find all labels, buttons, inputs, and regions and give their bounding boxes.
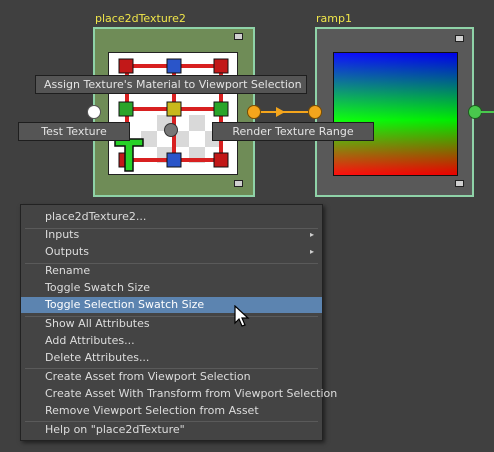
node-resize-icon[interactable]: [234, 180, 243, 187]
node-editor-canvas[interactable]: place2dTexture2 ramp1 Assign Texture's M…: [0, 0, 494, 452]
menu-item-add-attributes[interactable]: Add Attributes...: [21, 333, 322, 349]
ramp-swatch: [333, 52, 458, 176]
node-resize-icon[interactable]: [455, 180, 464, 187]
submenu-arrow-icon: ▸: [309, 247, 314, 256]
node-context-menu: place2dTexture2... Inputs ▸ Outputs ▸ Re…: [20, 204, 337, 441]
test-texture-button[interactable]: Test Texture: [18, 122, 130, 141]
menu-item-toggle-selection-swatch[interactable]: Toggle Selection Swatch Size: [21, 297, 322, 313]
uv-grid-icon: [109, 53, 237, 174]
connection-arrow-icon: [276, 107, 285, 117]
render-texture-range-button[interactable]: Render Texture Range: [212, 122, 374, 141]
submenu-arrow-icon: ▸: [309, 230, 314, 239]
menu-item-remove-selection[interactable]: Remove Viewport Selection from Asset: [21, 403, 322, 419]
menu-item-create-asset-transform[interactable]: Create Asset With Transform from Viewpor…: [21, 386, 337, 402]
node-pin-icon[interactable]: [455, 35, 464, 42]
center-port[interactable]: [164, 123, 178, 137]
output-port[interactable]: [247, 105, 261, 119]
node-pin-icon[interactable]: [234, 33, 243, 40]
output-wire[interactable]: [480, 111, 494, 113]
menu-item-rename[interactable]: Rename: [21, 263, 322, 279]
menu-item-label: Inputs: [45, 228, 80, 241]
menu-item-delete-attributes[interactable]: Delete Attributes...: [21, 350, 322, 366]
menu-item-create-asset[interactable]: Create Asset from Viewport Selection: [21, 369, 322, 385]
assign-material-button[interactable]: Assign Texture's Material to Viewport Se…: [35, 75, 307, 94]
mouse-cursor-icon: [234, 305, 250, 327]
connection-wire[interactable]: [258, 111, 314, 113]
menu-item-outputs[interactable]: Outputs ▸: [21, 244, 322, 260]
menu-item-show-all-attributes[interactable]: Show All Attributes: [21, 316, 322, 332]
input-port[interactable]: [87, 105, 101, 119]
menu-item-toggle-swatch[interactable]: Toggle Swatch Size: [21, 280, 322, 296]
node-title-ramp: ramp1: [316, 12, 352, 25]
place2dtexture-swatch: [108, 52, 238, 175]
ramp-input-port[interactable]: [308, 105, 322, 119]
menu-item-help[interactable]: Help on "place2dTexture": [21, 422, 322, 438]
menu-item-node-name[interactable]: place2dTexture2...: [21, 209, 322, 225]
node-title-place2dtexture: place2dTexture2: [95, 12, 186, 25]
menu-item-label: Outputs: [45, 245, 89, 258]
menu-item-inputs[interactable]: Inputs ▸: [21, 227, 322, 243]
